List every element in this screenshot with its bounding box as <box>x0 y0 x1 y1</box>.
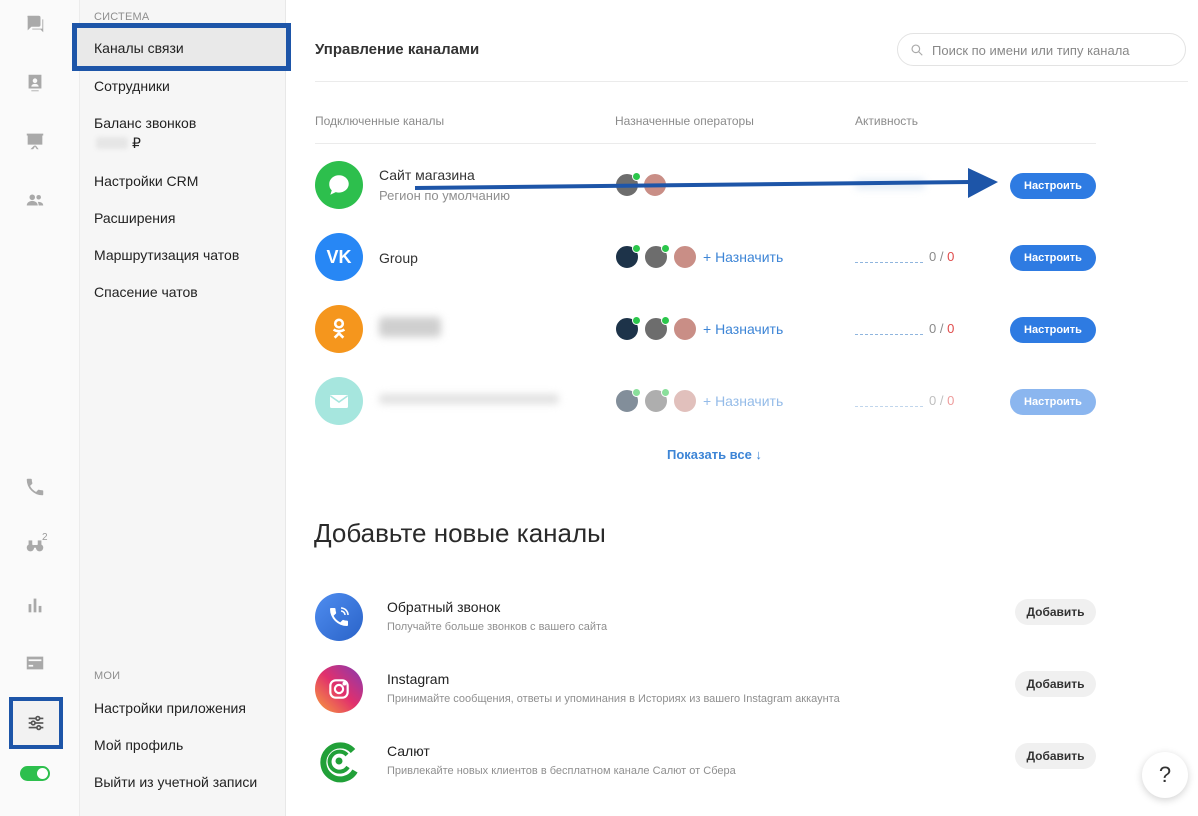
channel-row[interactable]: + Назначить 0 / 0 Настроить <box>315 377 1096 449</box>
activity-blurred <box>855 179 925 189</box>
configure-button[interactable]: Настроить <box>1010 389 1096 415</box>
search-icon <box>911 44 923 56</box>
callback-phone-icon <box>315 593 363 641</box>
add-channel-name: Обратный звонок <box>387 599 501 615</box>
assign-link[interactable]: + Назначить <box>703 321 783 337</box>
sidebar-item-channels[interactable]: Каналы связи <box>72 23 291 71</box>
avatar <box>615 388 641 413</box>
contacts-icon[interactable] <box>20 68 50 98</box>
activity-value: 0 / 0 <box>855 321 954 336</box>
odnoklassniki-icon <box>315 305 363 353</box>
settings-sidebar: СИСТЕМА Каналы связи Сотрудники Баланс з… <box>72 0 291 816</box>
avatar <box>673 389 697 413</box>
add-channel-desc: Получайте больше звонков с вашего сайта <box>387 621 608 633</box>
settings-sliders-icon[interactable] <box>9 697 63 749</box>
add-button[interactable]: Добавить <box>1015 599 1096 625</box>
column-header-activity: Активность <box>855 114 919 128</box>
add-channel-row: Салют Привлекайте новых клиентов в беспл… <box>315 737 1096 797</box>
assign-link[interactable]: + Назначить <box>703 249 783 265</box>
sidebar-item-profile[interactable]: Мой профиль <box>94 737 183 753</box>
add-button[interactable]: Добавить <box>1015 743 1096 769</box>
chat-bubble-icon <box>315 161 363 209</box>
channel-row[interactable]: VK Group + Назначить 0 / 0 Настроить <box>315 233 1096 305</box>
email-icon <box>315 377 363 425</box>
add-channel-name: Instagram <box>387 671 450 687</box>
assign-link[interactable]: + Назначить <box>703 393 783 409</box>
avatar <box>643 173 667 197</box>
avatar <box>644 388 670 413</box>
add-channel-desc: Привлекайте новых клиентов в бесплатном … <box>387 765 736 777</box>
section-label-mine: МОИ <box>94 670 121 682</box>
sidebar-item-app-settings[interactable]: Настройки приложения <box>94 700 246 716</box>
configure-button[interactable]: Настроить <box>1010 245 1096 271</box>
avatar <box>644 316 670 341</box>
instagram-icon <box>315 665 363 713</box>
column-header-channels: Подключенные каналы <box>315 114 445 128</box>
help-button[interactable]: ? <box>1142 752 1188 798</box>
avatar <box>615 316 641 341</box>
column-header-operators: Назначенные операторы <box>615 114 754 128</box>
sidebar-item-employees[interactable]: Сотрудники <box>94 78 170 94</box>
vk-icon: VK <box>315 233 363 281</box>
avatar <box>673 245 697 269</box>
divider <box>315 81 1188 82</box>
page-title: Управление каналами <box>315 41 480 58</box>
search-input[interactable] <box>932 40 1172 60</box>
sidebar-item-chat-rescue[interactable]: Спасение чатов <box>94 284 198 300</box>
app: 2 СИСТЕМА Каналы связи Сотрудники Баланс… <box>0 0 1198 816</box>
badge-count: 2 <box>42 532 48 543</box>
channel-row[interactable]: + Назначить 0 / 0 Настроить <box>315 305 1096 377</box>
search-box[interactable] <box>897 33 1186 66</box>
card-icon[interactable] <box>20 648 50 678</box>
phone-icon[interactable] <box>20 472 50 502</box>
sidebar-item-label: Каналы связи <box>94 40 184 56</box>
balance-currency: ₽ <box>132 135 141 151</box>
add-channels-heading: Добавьте новые каналы <box>314 518 606 548</box>
activity-value: 0 / 0 <box>855 249 954 264</box>
status-toggle[interactable] <box>20 766 50 781</box>
chat-icon[interactable] <box>20 9 50 39</box>
channel-name: Group <box>379 250 418 266</box>
team-icon[interactable] <box>20 185 50 215</box>
configure-button[interactable]: Настроить <box>1010 317 1096 343</box>
avatar <box>615 244 641 269</box>
stats-icon[interactable] <box>20 590 50 620</box>
channel-subtitle: Регион по умолчанию <box>379 188 510 203</box>
add-channel-desc: Принимайте сообщения, ответы и упоминани… <box>387 693 840 705</box>
add-channel-name: Салют <box>387 743 430 759</box>
avatar <box>673 317 697 341</box>
channel-name: Сайт магазина <box>379 167 475 183</box>
sidebar-item-call-balance[interactable]: Баланс звонков <box>94 115 196 131</box>
sidebar-item-logout[interactable]: Выйти из учетной записи <box>94 774 257 790</box>
icon-rail: 2 <box>0 0 80 816</box>
add-button[interactable]: Добавить <box>1015 671 1096 697</box>
main-content: Управление каналами Подключенные каналы … <box>286 0 1198 816</box>
channel-name-blurred <box>379 317 441 337</box>
balance-value-blurred <box>96 137 128 149</box>
configure-button[interactable]: Настроить <box>1010 173 1096 199</box>
channel-name-blurred <box>379 394 559 404</box>
sidebar-item-crm[interactable]: Настройки CRM <box>94 173 198 189</box>
sidebar-item-chat-routing[interactable]: Маршрутизация чатов <box>94 247 239 263</box>
avatar <box>615 172 641 197</box>
add-channel-row: Instagram Принимайте сообщения, ответы и… <box>315 665 1096 725</box>
divider <box>315 143 1096 144</box>
section-label-system: СИСТЕМА <box>94 11 150 23</box>
presentation-icon[interactable] <box>20 126 50 156</box>
avatar <box>644 244 670 269</box>
show-all-link[interactable]: Показать все ↓ <box>667 447 762 462</box>
add-channel-row: Обратный звонок Получайте больше звонков… <box>315 593 1096 653</box>
activity-value: 0 / 0 <box>855 393 954 408</box>
salut-icon <box>315 737 363 785</box>
sidebar-item-extensions[interactable]: Расширения <box>94 210 175 226</box>
channel-row[interactable]: Сайт магазина Регион по умолчанию Настро… <box>315 161 1096 233</box>
